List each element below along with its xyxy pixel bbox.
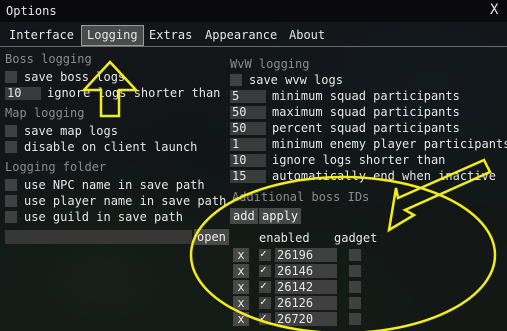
annotation-overlay bbox=[81, 60, 497, 331]
options-window: Options X Interface Logging Extras Appea… bbox=[0, 0, 507, 331]
highlight-ellipse bbox=[189, 175, 497, 331]
up-arrow-annotation bbox=[81, 60, 139, 118]
pointer-arrow-annotation bbox=[387, 158, 492, 233]
